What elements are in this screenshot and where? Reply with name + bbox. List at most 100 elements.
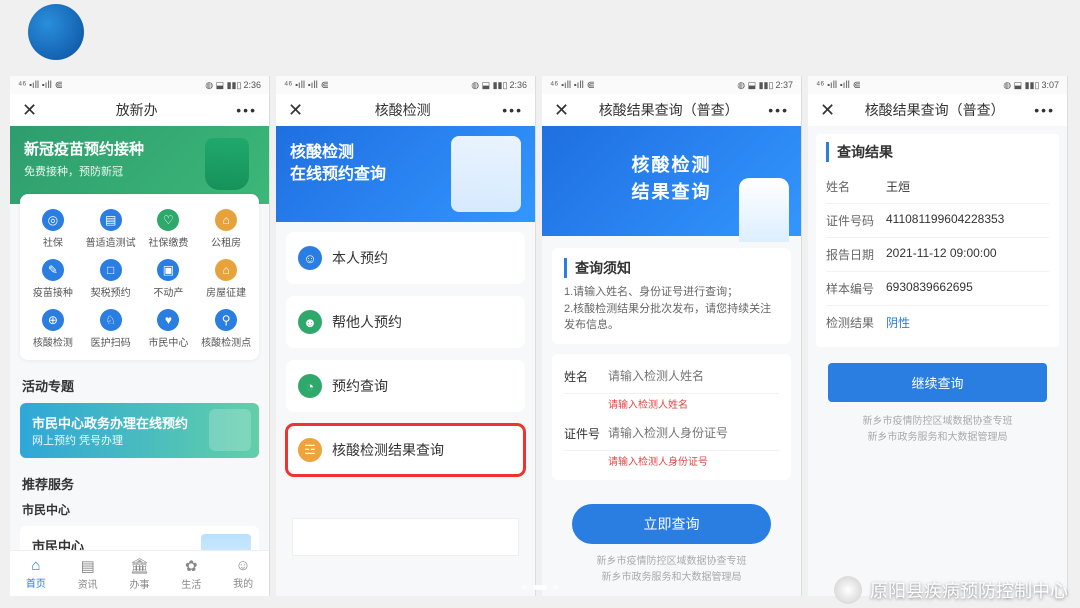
signal-icons: ⁴⁶ ⬝ıll ⬝ıll ⋐ xyxy=(284,80,329,91)
tab-label: 资讯 xyxy=(78,580,98,591)
result-row-报告日期: 报告日期2021-11-12 09:00:00 xyxy=(826,238,1049,272)
close-icon[interactable]: ✕ xyxy=(288,100,303,121)
grid-item-公租房[interactable]: ⌂ 公租房 xyxy=(197,204,255,254)
grid-label: 社保 xyxy=(24,234,82,249)
grid-label: 市民中心 xyxy=(140,334,198,349)
result-row-姓名: 姓名王烜 xyxy=(826,170,1049,204)
signal-icons: ⁴⁶ ⬝ıll ⬝ıll ⋐ xyxy=(550,80,595,91)
query-button[interactable]: 立即查询 xyxy=(572,504,771,544)
footer-org: 新乡市疫情防控区域数据协查专班 新乡市政务服务和大数据管理局 xyxy=(542,554,801,586)
notice-line-1: 1.请输入姓名、身份证号进行查询； xyxy=(564,284,779,301)
notice-line-2: 2.核酸检测结果分批次发布，请您持续关注发布信息。 xyxy=(564,301,779,334)
grid-label: 公租房 xyxy=(197,234,255,249)
grid-item-医护扫码[interactable]: ♘医护扫码 xyxy=(82,304,140,354)
option-本人预约[interactable]: ☺本人预约 xyxy=(286,232,525,284)
grid-label: 不动产 xyxy=(140,284,198,299)
close-icon[interactable]: ✕ xyxy=(554,100,569,121)
bottom-tabbar: ⌂ 首页 ▤资讯🏛 办事 ✿生活☺我的 xyxy=(10,550,269,596)
result-row-证件号码: 证件号码411081199604228353 xyxy=(826,204,1049,238)
hero-banner[interactable]: 新冠疫苗预约接种 免费接种，预防新冠 xyxy=(10,126,269,204)
grid-item-市民中心[interactable]: ♥ 市民中心 xyxy=(140,304,198,354)
phone-1: ⁴⁶ ⬝ıll ⬝ıll ⋐ ◍ ⬓ ▮▮▯ 2:36 ✕ 放新办 ••• 新冠… xyxy=(10,76,270,596)
result-label: 样本编号 xyxy=(826,280,886,297)
result-value: 6930839662695 xyxy=(886,280,1049,297)
grid-item-社保缴费[interactable]: ♡社保缴费 xyxy=(140,204,198,254)
option-核酸检测结果查询[interactable]: ☲核酸检测结果查询 xyxy=(286,424,525,476)
tab-首页[interactable]: ⌂ 首页 xyxy=(10,551,62,596)
close-icon[interactable]: ✕ xyxy=(22,100,37,121)
hero-banner: 核酸检测结果查询 xyxy=(542,126,801,236)
grid-item-房屋征建[interactable]: ⌂房屋征建 xyxy=(197,254,255,304)
grid-icon: ♥ xyxy=(157,309,179,331)
option-预约查询[interactable]: ◔预约查询 xyxy=(286,360,525,412)
close-icon[interactable]: ✕ xyxy=(820,100,835,121)
grid-item-普适造测试[interactable]: ▤普适造测试 xyxy=(82,204,140,254)
page-title: 核酸结果查询（普查） xyxy=(865,100,1005,120)
grid-item-疫苗接种[interactable]: ✎疫苗接种 xyxy=(24,254,82,304)
nurse-illustration xyxy=(739,178,789,242)
tab-label: 首页 xyxy=(26,579,46,590)
more-icon[interactable]: ••• xyxy=(236,102,257,118)
result-card: 查询结果 姓名王烜证件号码411081199604228353报告日期2021-… xyxy=(816,134,1059,347)
hero-l1: 核酸检测 xyxy=(632,155,712,175)
grid-label: 核酸检测点 xyxy=(197,334,255,349)
tab-icon: 🏛 xyxy=(114,557,166,575)
id-error: 请输入检测人身份证号 xyxy=(564,451,779,474)
grid-icon: ◎ xyxy=(42,209,64,231)
tab-生活[interactable]: ✿生活 xyxy=(165,551,217,596)
promo-banner[interactable]: 市民中心政务办理在线预约 网上预约 凭号办理 xyxy=(20,403,259,458)
tab-icon: ⌂ xyxy=(10,557,62,574)
signal-icons: ⁴⁶ ⬝ıll ⬝ıll ⋐ xyxy=(18,80,63,91)
carousel-dots[interactable] xyxy=(522,585,558,590)
option-label: 帮他人预约 xyxy=(332,312,402,332)
services-grid: ◎ 社保▤普适造测试♡社保缴费 ⌂ 公租房 ✎疫苗接种□契税预约▣不动产⌂房屋征建 ⊕… xyxy=(20,194,259,360)
grid-label: 社保缴费 xyxy=(140,234,198,249)
grid-icon: ▤ xyxy=(100,209,122,231)
tab-icon: ✿ xyxy=(165,557,217,575)
status-right: ◍ ⬓ ▮▮▯ 2:36 xyxy=(471,80,527,91)
name-input[interactable] xyxy=(608,369,779,383)
grid-label: 疫苗接种 xyxy=(24,284,82,299)
id-input[interactable] xyxy=(608,426,779,440)
tab-label: 办事 xyxy=(129,580,149,591)
notice-title: 查询须知 xyxy=(564,258,779,278)
status-right: ◍ ⬓ ▮▮▯ 2:37 xyxy=(737,80,793,91)
hero-l2: 结果查询 xyxy=(632,182,712,202)
more-icon[interactable]: ••• xyxy=(1034,102,1055,118)
continue-query-button[interactable]: 继续查询 xyxy=(828,363,1047,402)
option-icon: ☺ xyxy=(298,246,322,270)
more-icon[interactable]: ••• xyxy=(502,102,523,118)
hero-banner: 核酸检测在线预约查询 xyxy=(276,126,535,222)
grid-label: 核酸检测 xyxy=(24,334,82,349)
grid-item-契税预约[interactable]: □契税预约 xyxy=(82,254,140,304)
option-icon: ☲ xyxy=(298,438,322,462)
result-label: 报告日期 xyxy=(826,246,886,263)
status-right: ◍ ⬓ ▮▮▯ 3:07 xyxy=(1003,80,1059,91)
statusbar: ⁴⁶ ⬝ıll ⬝ıll ⋐ ◍ ⬓ ▮▮▯ 2:36 xyxy=(276,76,535,94)
titlebar: ✕ 放新办 ••• xyxy=(10,94,269,126)
grid-item-不动产[interactable]: ▣不动产 xyxy=(140,254,198,304)
more-icon[interactable]: ••• xyxy=(768,102,789,118)
promo-illustration xyxy=(209,409,251,451)
grid-item-核酸检测[interactable]: ⊕核酸检测 xyxy=(24,304,82,354)
status-right: ◍ ⬓ ▮▮▯ 2:36 xyxy=(205,80,261,91)
tab-办事[interactable]: 🏛 办事 xyxy=(114,551,166,596)
option-帮他人预约[interactable]: ☻ 帮他人预约 xyxy=(286,296,525,348)
name-label: 姓名 xyxy=(564,368,608,385)
result-value: 阴性 xyxy=(886,314,1049,331)
grid-icon: ⌂ xyxy=(215,209,237,231)
tab-我的[interactable]: ☺我的 xyxy=(217,551,269,596)
grid-item-核酸检测点[interactable]: ⚲核酸检测点 xyxy=(197,304,255,354)
phone-3: ↗ ⁴⁶ ⬝ıll ⬝ıll ⋐ ◍ ⬓ ▮▮▯ 2:37 ✕ 核酸结果查询（普… xyxy=(542,76,802,596)
result-row-检测结果: 检测结果阴性 xyxy=(826,306,1049,339)
name-error: 请输入检测人姓名 xyxy=(564,394,779,417)
option-icon: ◔ xyxy=(298,374,322,398)
grid-item-社保[interactable]: ◎ 社保 xyxy=(24,204,82,254)
tab-资讯[interactable]: ▤资讯 xyxy=(62,551,114,596)
result-label: 姓名 xyxy=(826,178,886,195)
cover-logo xyxy=(28,4,84,60)
footer-placeholder xyxy=(292,518,519,556)
wechat-name: 原阳县疾病预防控制中心 xyxy=(870,577,1068,603)
option-icon: ☻ xyxy=(298,310,322,334)
phone-2: ⁴⁶ ⬝ıll ⬝ıll ⋐ ◍ ⬓ ▮▮▯ 2:36 ✕ 核酸检测 ••• 核… xyxy=(276,76,536,596)
